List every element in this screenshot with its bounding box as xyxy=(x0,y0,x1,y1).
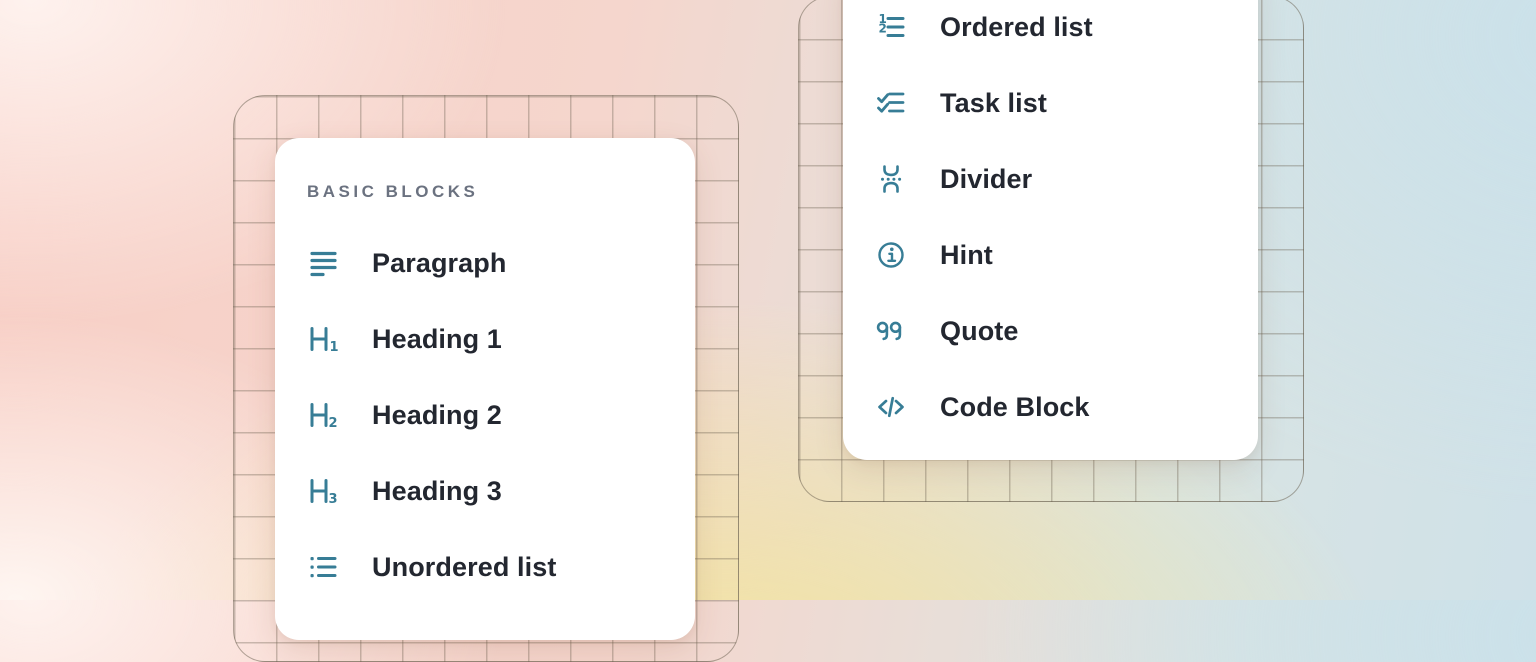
blocks-menu-card-right: 1 2 Ordered list Task list Divider Hint xyxy=(843,0,1258,460)
ordered-list-icon: 1 2 xyxy=(875,11,907,43)
menu-item-heading-2[interactable]: 2 Heading 2 xyxy=(307,377,663,453)
paragraph-icon xyxy=(307,247,339,279)
heading-1-icon: 1 xyxy=(307,323,339,355)
svg-text:2: 2 xyxy=(879,22,887,36)
advanced-blocks-menu-list: 1 2 Ordered list Task list Divider Hint xyxy=(875,0,1226,445)
menu-item-label: Quote xyxy=(940,316,1019,347)
divider-icon xyxy=(875,163,907,195)
menu-item-label: Ordered list xyxy=(940,12,1093,43)
hint-icon xyxy=(875,239,907,271)
task-list-icon xyxy=(875,87,907,119)
menu-item-label: Code Block xyxy=(940,392,1090,423)
svg-text:2: 2 xyxy=(329,416,338,431)
menu-item-label: Divider xyxy=(940,164,1032,195)
svg-text:3: 3 xyxy=(329,492,338,507)
menu-item-paragraph[interactable]: Paragraph xyxy=(307,225,663,301)
menu-item-unordered-list[interactable]: Unordered list xyxy=(307,529,663,605)
menu-item-ordered-list[interactable]: 1 2 Ordered list xyxy=(875,0,1226,65)
heading-3-icon: 3 xyxy=(307,475,339,507)
menu-item-heading-3[interactable]: 3 Heading 3 xyxy=(307,453,663,529)
menu-item-label: Unordered list xyxy=(372,552,556,583)
menu-item-label: Heading 1 xyxy=(372,324,502,355)
svg-text:1: 1 xyxy=(330,340,339,355)
menu-item-hint[interactable]: Hint xyxy=(875,217,1226,293)
section-title-basic-blocks: BASIC BLOCKS xyxy=(307,182,663,202)
quote-icon xyxy=(875,315,907,347)
menu-item-divider[interactable]: Divider xyxy=(875,141,1226,217)
menu-item-code-block[interactable]: Code Block xyxy=(875,369,1226,445)
heading-2-icon: 2 xyxy=(307,399,339,431)
menu-item-quote[interactable]: Quote xyxy=(875,293,1226,369)
menu-item-task-list[interactable]: Task list xyxy=(875,65,1226,141)
code-block-icon xyxy=(875,391,907,423)
menu-item-heading-1[interactable]: 1 Heading 1 xyxy=(307,301,663,377)
menu-item-label: Paragraph xyxy=(372,248,506,279)
basic-blocks-menu-card: BASIC BLOCKS Paragraph 1 Heading 1 2 Hea… xyxy=(275,138,695,640)
unordered-list-icon xyxy=(307,551,339,583)
basic-blocks-menu-list: Paragraph 1 Heading 1 2 Heading 2 3 Head… xyxy=(307,225,663,605)
menu-item-label: Hint xyxy=(940,240,993,271)
menu-item-label: Heading 3 xyxy=(372,476,502,507)
menu-item-label: Heading 2 xyxy=(372,400,502,431)
menu-item-label: Task list xyxy=(940,88,1047,119)
